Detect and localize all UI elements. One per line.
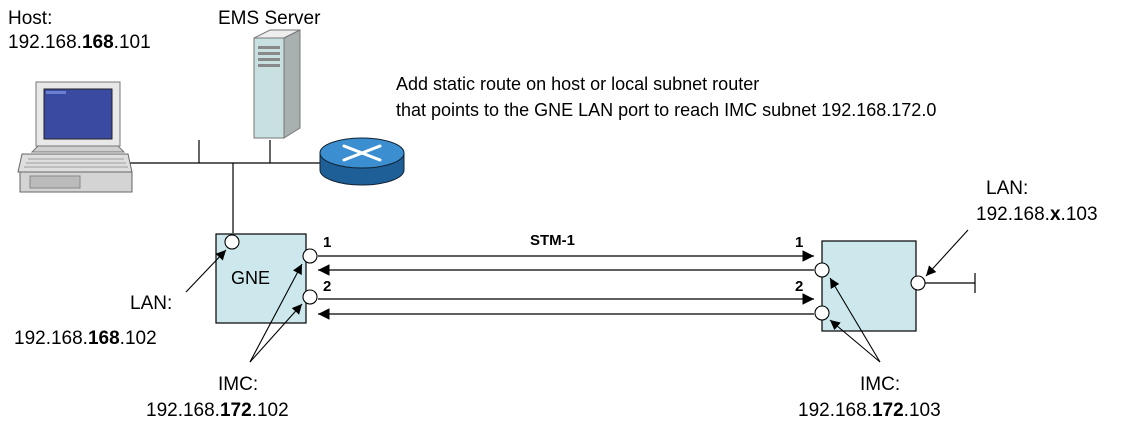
stm1-links [318, 250, 814, 320]
remote-lan-ip: 192.168.x.103 [976, 204, 1098, 225]
host-computer-icon [17, 81, 133, 193]
ems-server-icon [253, 29, 301, 139]
gne-imc-ip: 192.168.172.102 [146, 400, 289, 421]
lan-bus [120, 140, 340, 233]
network-diagram [17, 29, 976, 363]
remote-port-1-number: 1 [795, 234, 804, 251]
remote-imc-label: IMC: [860, 374, 901, 395]
remote-port-2-number: 2 [795, 278, 804, 295]
route-note-line2: that points to the GNE LAN port to reach… [396, 100, 937, 120]
gne-imc-label: IMC: [218, 374, 259, 395]
router-icon [319, 137, 405, 186]
remote-imc-port-1 [814, 262, 830, 278]
remote-lan-port [910, 275, 926, 291]
gne-lan-label: LAN: [130, 293, 173, 314]
gne-port-1-number: 1 [323, 234, 332, 251]
stm1-label: STM-1 [530, 232, 575, 249]
route-note-line1: Add static route on host or local subnet… [396, 74, 760, 94]
host-label: Host: [8, 8, 53, 29]
remote-ne-box [821, 240, 917, 332]
remote-lan-label: LAN: [986, 178, 1029, 199]
ems-server-label: EMS Server [218, 8, 321, 29]
gne-imc-port-2 [302, 289, 318, 305]
remote-lan-stub [925, 273, 976, 293]
gne-imc-port-1 [302, 248, 318, 264]
gne-port-2-number: 2 [323, 278, 332, 295]
gne-lan-ip: 192.168.168.102 [14, 328, 157, 349]
remote-imc-ip: 192.168.172.103 [798, 400, 941, 421]
gne-label: GNE [231, 268, 271, 288]
host-ip: 192.168.168.101 [8, 32, 151, 53]
remote-imc-port-2 [814, 305, 830, 321]
gne-lan-port [224, 234, 240, 250]
